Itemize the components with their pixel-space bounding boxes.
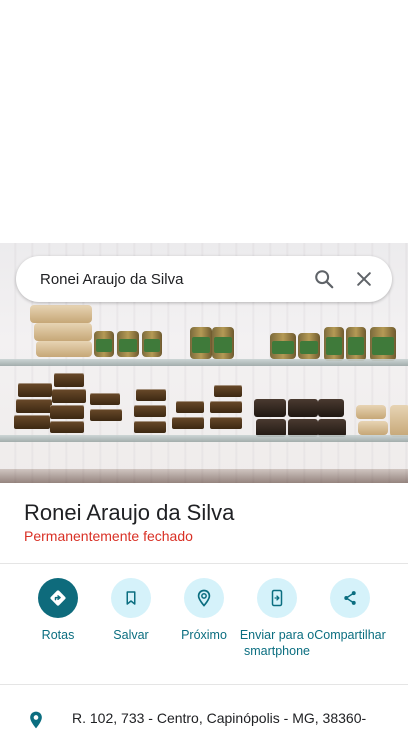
location-pin-icon xyxy=(26,710,46,735)
photo-product xyxy=(36,341,92,357)
send-to-phone-icon xyxy=(257,578,297,618)
nearby-icon xyxy=(184,578,224,618)
photo-product xyxy=(134,421,166,433)
photo-product xyxy=(210,401,242,413)
photo-product xyxy=(324,327,344,361)
save-button[interactable]: Salvar xyxy=(91,578,171,643)
share-button[interactable]: Compartilhar xyxy=(310,578,390,643)
photo-product xyxy=(346,327,366,361)
close-icon[interactable] xyxy=(344,259,384,299)
photo-product xyxy=(14,415,50,429)
photo-product xyxy=(254,399,286,417)
photo-product xyxy=(190,327,212,359)
photo-product xyxy=(90,409,122,421)
photo-product xyxy=(288,399,318,417)
share-icon xyxy=(330,578,370,618)
photo-product xyxy=(298,333,320,359)
directions-button[interactable]: Rotas xyxy=(18,578,98,643)
send-to-phone-button[interactable]: Enviar para o smartphone xyxy=(237,578,317,659)
action-label: Compartilhar xyxy=(314,628,386,642)
photo-product xyxy=(210,417,242,429)
map-blank-area xyxy=(0,0,408,243)
action-row: Rotas Salvar Próximo Enviar para o smart… xyxy=(0,578,408,678)
bookmark-icon xyxy=(111,578,151,618)
photo-product xyxy=(172,417,204,429)
photo-product xyxy=(214,385,242,397)
place-title: Ronei Araujo da Silva xyxy=(24,500,235,525)
action-label: Rotas xyxy=(41,628,75,642)
nearby-button[interactable]: Próximo xyxy=(164,578,244,643)
photo-product xyxy=(212,327,234,359)
photo-product xyxy=(34,323,92,341)
divider xyxy=(0,563,408,564)
photo-product xyxy=(356,405,386,419)
photo-product xyxy=(270,333,296,359)
photo-product xyxy=(318,399,344,417)
address-row[interactable]: R. 102, 733 - Centro, Capinópolis - MG, … xyxy=(0,700,408,729)
photo-product xyxy=(134,405,166,417)
directions-icon xyxy=(38,578,78,618)
photo-product xyxy=(136,389,166,401)
photo-product xyxy=(370,327,396,361)
photo-product xyxy=(52,389,86,403)
action-label: Salvar xyxy=(113,628,149,642)
address-text: R. 102, 733 - Centro, Capinópolis - MG, … xyxy=(72,710,367,726)
photo-product xyxy=(50,421,84,433)
photo-product xyxy=(90,393,120,405)
photo-product xyxy=(30,305,92,323)
place-status: Permanentemente fechado xyxy=(24,528,193,544)
search-icon[interactable] xyxy=(304,259,344,299)
photo-product xyxy=(50,405,84,419)
action-label: Enviar para o smartphone xyxy=(239,628,315,658)
search-bar[interactable]: Ronei Araujo da Silva xyxy=(16,256,392,302)
search-input[interactable]: Ronei Araujo da Silva xyxy=(40,271,304,288)
photo-product xyxy=(176,401,204,413)
photo-product xyxy=(390,405,408,437)
photo-product xyxy=(54,373,84,387)
photo-product xyxy=(18,383,52,397)
photo-product xyxy=(358,421,388,435)
photo-shelf xyxy=(0,435,408,442)
photo-product xyxy=(117,331,139,357)
photo-lower-shelf xyxy=(0,469,408,483)
divider xyxy=(0,684,408,685)
action-label: Próximo xyxy=(181,628,227,642)
photo-product xyxy=(16,399,52,413)
photo-product xyxy=(142,331,162,357)
photo-product xyxy=(94,331,114,357)
photo-shelf xyxy=(0,359,408,366)
